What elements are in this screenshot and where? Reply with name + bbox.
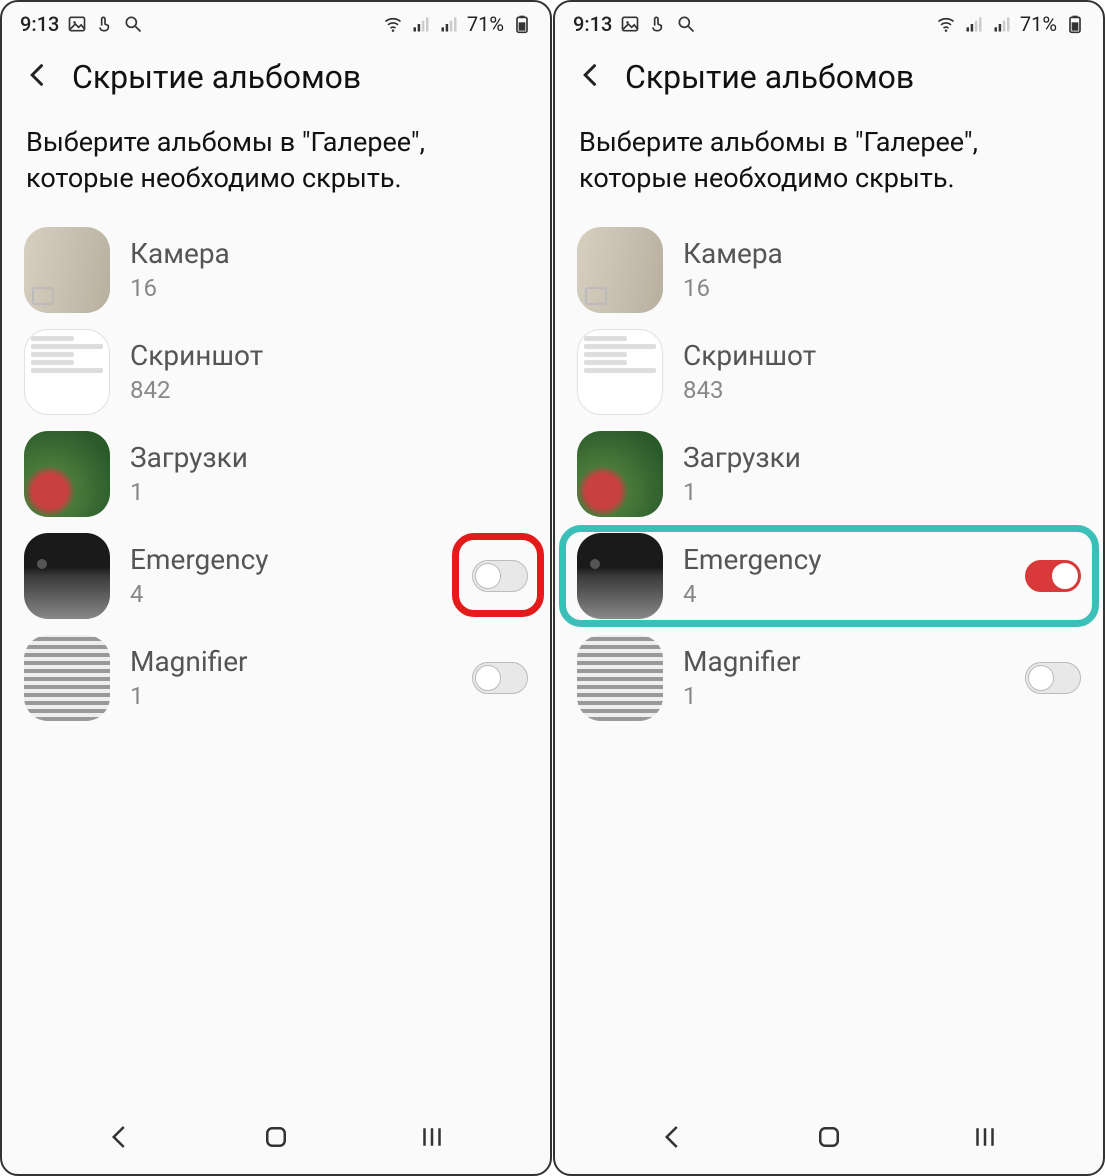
page-subtitle: Выберите альбомы в "Галерее", которые не… [2, 106, 550, 219]
album-name: Magnifier [130, 645, 452, 678]
album-count: 842 [130, 376, 528, 404]
battery-percent: 71% [1020, 12, 1057, 36]
album-count: 843 [683, 376, 1081, 404]
album-name: Скриншот [130, 339, 528, 372]
page-subtitle: Выберите альбомы в "Галерее", которые не… [555, 106, 1103, 219]
album-row-emergency[interactable]: Emergency 4 [555, 525, 1103, 627]
album-thumb [24, 533, 110, 619]
album-list-left: Камера 16 Скриншот 842 Загрузки 1 Emerge… [2, 219, 550, 1104]
nav-recent-button[interactable] [417, 1122, 447, 1156]
wifi-icon [383, 14, 403, 34]
wifi-icon [936, 14, 956, 34]
album-count: 1 [130, 682, 452, 710]
signal-icon [411, 14, 431, 34]
album-name: Загрузки [130, 441, 528, 474]
signal2-icon [992, 14, 1012, 34]
album-row[interactable]: Камера 16 [2, 219, 550, 321]
album-thumb [24, 227, 110, 313]
album-name: Magnifier [683, 645, 1005, 678]
album-thumb [577, 635, 663, 721]
album-row[interactable]: Скриншот 843 [555, 321, 1103, 423]
album-name: Emergency [683, 543, 1005, 576]
album-name: Камера [683, 237, 1081, 270]
battery-percent: 71% [467, 12, 504, 36]
battery-icon [1065, 14, 1085, 34]
nav-back-button[interactable] [658, 1122, 688, 1156]
album-thumb [577, 329, 663, 415]
back-button[interactable] [24, 61, 52, 93]
image-icon [67, 14, 87, 34]
search-icon [123, 14, 143, 34]
signal-icon [964, 14, 984, 34]
status-time: 9:13 [573, 12, 612, 36]
page-title: Скрытие альбомов [72, 58, 361, 96]
nav-recent-button[interactable] [970, 1122, 1000, 1156]
hide-toggle[interactable] [472, 560, 528, 592]
album-name: Скриншот [683, 339, 1081, 372]
gesture-icon [95, 14, 115, 34]
gesture-icon [648, 14, 668, 34]
album-thumb [577, 227, 663, 313]
album-thumb [24, 431, 110, 517]
album-row[interactable]: Камера 16 [555, 219, 1103, 321]
page-title: Скрытие альбомов [625, 58, 914, 96]
nav-bar [555, 1104, 1103, 1174]
album-row-emergency[interactable]: Emergency 4 [2, 525, 550, 627]
nav-bar [2, 1104, 550, 1174]
album-row[interactable]: Загрузки 1 [2, 423, 550, 525]
status-time: 9:13 [20, 12, 59, 36]
album-row[interactable]: Magnifier 1 [555, 627, 1103, 729]
album-thumb [577, 533, 663, 619]
album-count: 1 [683, 682, 1005, 710]
album-thumb [24, 635, 110, 721]
search-icon [676, 14, 696, 34]
album-list-right: Камера 16 Скриншот 843 Загрузки 1 Emerge… [555, 219, 1103, 1104]
header: Скрытие альбомов [555, 40, 1103, 106]
signal2-icon [439, 14, 459, 34]
album-row[interactable]: Скриншот 842 [2, 321, 550, 423]
hide-toggle[interactable] [1025, 662, 1081, 694]
album-count: 16 [683, 274, 1081, 302]
hide-toggle[interactable] [472, 662, 528, 694]
album-row[interactable]: Magnifier 1 [2, 627, 550, 729]
nav-home-button[interactable] [261, 1122, 291, 1156]
album-name: Emergency [130, 543, 452, 576]
phone-right: 9:13 71% Скрытие альбомов Выберите альбо… [553, 0, 1105, 1176]
album-count: 1 [130, 478, 528, 506]
album-thumb [577, 431, 663, 517]
status-bar: 9:13 71% [555, 2, 1103, 40]
album-name: Камера [130, 237, 528, 270]
battery-icon [512, 14, 532, 34]
album-count: 4 [130, 580, 452, 608]
back-button[interactable] [577, 61, 605, 93]
album-count: 4 [683, 580, 1005, 608]
album-count: 1 [683, 478, 1081, 506]
album-row[interactable]: Загрузки 1 [555, 423, 1103, 525]
nav-home-button[interactable] [814, 1122, 844, 1156]
header: Скрытие альбомов [2, 40, 550, 106]
album-thumb [24, 329, 110, 415]
album-name: Загрузки [683, 441, 1081, 474]
status-bar: 9:13 71% [2, 2, 550, 40]
hide-toggle[interactable] [1025, 560, 1081, 592]
album-count: 16 [130, 274, 528, 302]
nav-back-button[interactable] [105, 1122, 135, 1156]
phone-left: 9:13 71% Скрытие альбомов Выберите альбо… [0, 0, 552, 1176]
image-icon [620, 14, 640, 34]
